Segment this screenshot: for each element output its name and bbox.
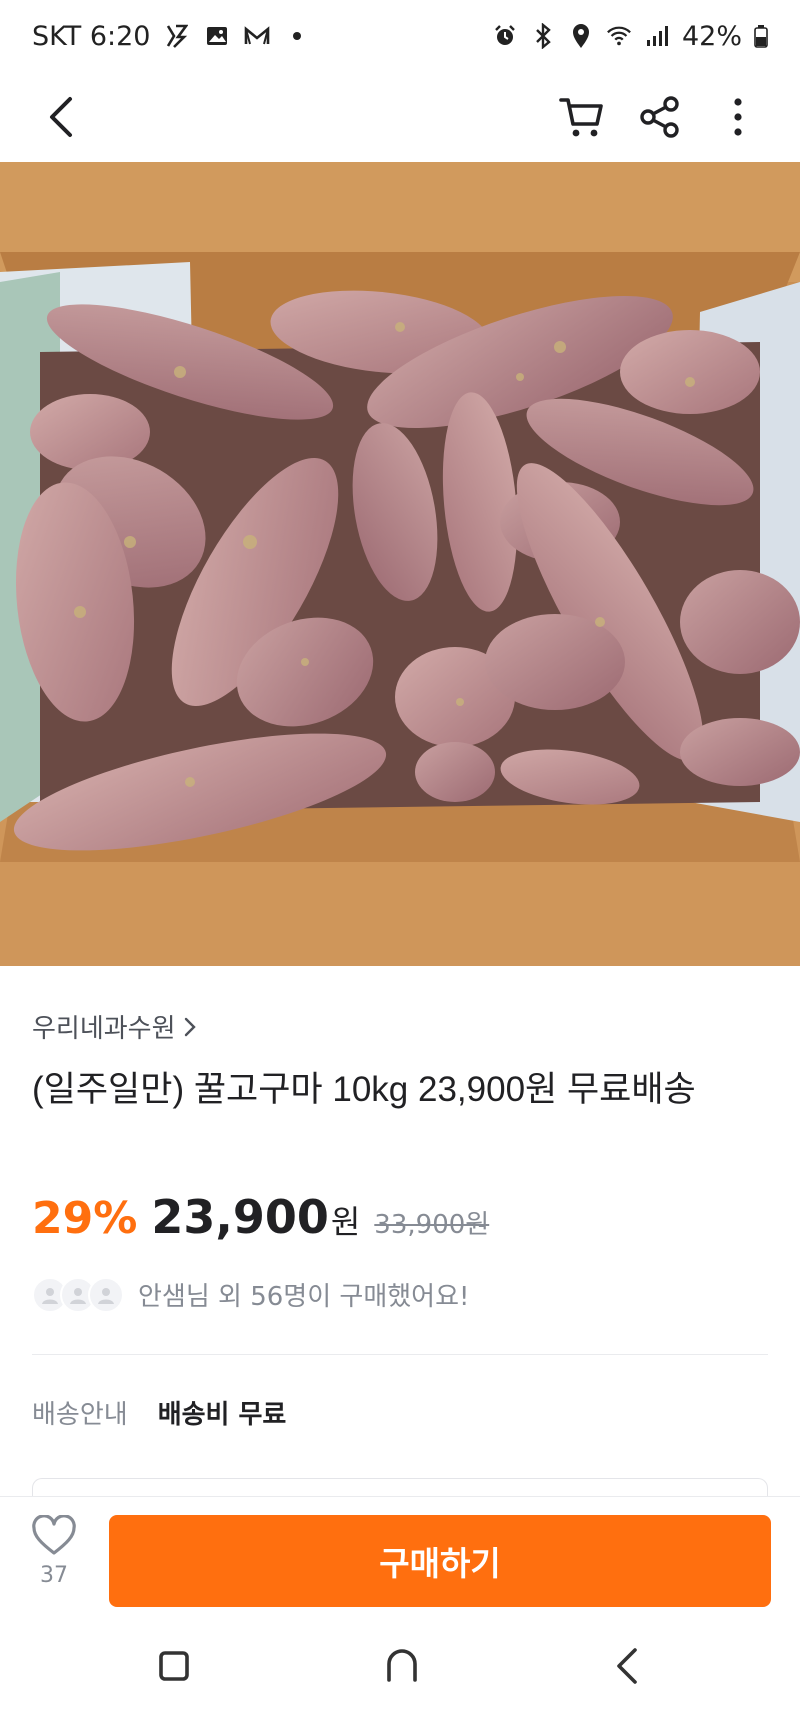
recent-apps-button[interactable] (157, 1649, 191, 1687)
location-icon (568, 23, 594, 49)
like-count: 37 (40, 1563, 68, 1588)
original-price: 33,900원 (374, 1210, 490, 1240)
back-icon (50, 97, 72, 137)
shipping-value: 배송비 무료 (157, 1400, 287, 1430)
more-button[interactable] (706, 85, 770, 149)
battery-percent: 42% (681, 20, 742, 52)
more-icon (734, 98, 742, 136)
buyers-info: 안샘님 외 56명이 구매했어요! (32, 1276, 469, 1313)
user-icon (42, 1287, 58, 1304)
buyer-avatars (32, 1276, 124, 1313)
home-button[interactable] (384, 1648, 420, 1688)
share-icon (640, 96, 679, 138)
currency-unit: 원 (330, 1203, 361, 1241)
seller-link[interactable]: 우리네과수원 (32, 1008, 198, 1045)
shipping-label: 배송안내 (32, 1400, 128, 1430)
app-bar (0, 72, 800, 162)
back-button[interactable] (30, 85, 94, 149)
wifi-icon (606, 23, 632, 49)
price-row: 29% 23,900 원 33,900원 (32, 1190, 489, 1244)
status-bar: SKT 6:20 42% (0, 0, 800, 72)
gmail-icon (244, 23, 270, 49)
sweet-potato-box-photo (0, 162, 800, 966)
heart-icon (32, 1515, 76, 1555)
like-button[interactable]: 37 (26, 1515, 82, 1588)
bottom-action-bar: 37 구매하기 (0, 1496, 800, 1620)
shipping-info: 배송안내 배송비 무료 (32, 1394, 286, 1431)
buyers-text: 안샘님 외 56명이 구매했어요! (138, 1282, 470, 1312)
alarm-icon (492, 23, 518, 49)
cart-icon (559, 98, 603, 137)
recent-apps-icon (158, 1651, 189, 1681)
divider (32, 1354, 768, 1355)
dot-icon (284, 23, 310, 49)
back-icon (617, 1648, 638, 1684)
battery-icon (754, 23, 768, 49)
system-nav-bar (0, 1620, 800, 1716)
user-icon (70, 1287, 86, 1304)
product-image[interactable] (0, 162, 800, 966)
share-button[interactable] (628, 85, 692, 149)
discount-rate: 29% (32, 1193, 138, 1244)
chevron-right-icon (184, 1017, 196, 1036)
cart-button[interactable] (550, 85, 614, 149)
product-title: (일주일만) 꿀고구마 10kg 23,900원 무료배송 (32, 1070, 696, 1109)
buy-button[interactable]: 구매하기 (109, 1515, 771, 1607)
carrier-time: SKT 6:20 (32, 20, 151, 52)
signal-icon (644, 23, 670, 49)
flash-icon (164, 23, 190, 49)
sale-price: 23,900 (151, 1190, 329, 1244)
bluetooth-icon (530, 23, 556, 49)
avatar (88, 1276, 124, 1313)
home-icon (387, 1649, 417, 1682)
seller-name: 우리네과수원 (32, 1014, 176, 1044)
system-back-button[interactable] (613, 1646, 643, 1690)
gallery-icon (204, 23, 230, 49)
user-icon (98, 1287, 114, 1304)
